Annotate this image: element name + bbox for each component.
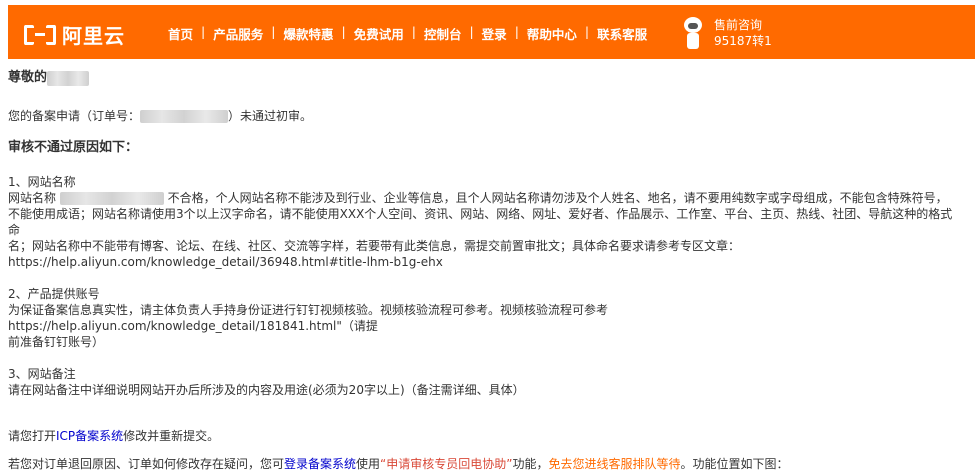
section-1-link[interactable]: https://help.aliyun.com/knowledge_detail…: [8, 254, 963, 270]
icp-system-link[interactable]: ICP备案系统: [56, 429, 123, 443]
login-system-link[interactable]: 登录备案系统: [284, 457, 356, 471]
callback-feature: “申请审核专员回电协助”: [380, 457, 513, 471]
nav-deals[interactable]: 爆款特惠: [275, 24, 341, 43]
reasons-title: 审核不通过原因如下：: [8, 140, 139, 155]
section-2-title: 2、产品提供账号: [8, 287, 100, 301]
notice-suffix: ）未通过初审。: [228, 109, 313, 123]
aliyun-logo-icon: [24, 24, 56, 45]
notice-prefix: 您的备案申请（订单号：: [8, 109, 141, 123]
section-3-text: 请在网站备注中详细说明网站开办后所涉及的内容及用途(必须为20字以上)（备注需详…: [8, 383, 525, 397]
section-1-title: 1、网站名称: [8, 175, 76, 189]
open-system-line: 请您打开ICP备案系统修改并重新提交。: [8, 428, 963, 444]
section-3-title: 3、网站备注: [8, 367, 76, 381]
section-2-text-b: 前准备钉钉账号）: [8, 335, 105, 349]
redacted-name: [47, 70, 90, 86]
greeting-text: 尊敬的: [8, 70, 48, 85]
skip-queue-text: 免去您进线客服排队等待: [548, 457, 681, 471]
email-body: 尊敬的 您的备案申请（订单号： ）未通过初审。 审核不通过原因如下： 1、网站名称…: [8, 70, 963, 472]
robot-avatar-icon: [680, 17, 706, 49]
presales-consult[interactable]: 售前咨询 95187转1: [680, 17, 772, 49]
nav-free-trial[interactable]: 免费试用: [346, 24, 412, 43]
section-1-text-a: 网站名称 不合格，个人网站名称不能涉及到行业、企业等信息，且个人网站名称请勿涉及…: [8, 190, 963, 206]
header-bar: 阿里云 首页 | 产品服务 | 爆款特惠 | 免费试用 | 控制台 | 登录 |…: [8, 5, 975, 59]
nav-login[interactable]: 登录: [474, 24, 515, 43]
section-1-text-c: 名；网站名称中不能带有博客、论坛、在线、社区、交流等字样，若要带有此类信息，需提…: [8, 239, 741, 253]
page: 阿里云 首页 | 产品服务 | 爆款特惠 | 免费试用 | 控制台 | 登录 |…: [0, 0, 975, 471]
consult-phone: 95187转1: [714, 34, 772, 48]
section-2-text-a: 为保证备案信息真实性，请主体负责人手持身份证进行钉钉视频核验。视频核验流程可参考…: [8, 303, 609, 333]
final-a: 若您对订单退回原因、订单如何修改存在疑问，您可: [8, 457, 285, 471]
nav-home[interactable]: 首页: [160, 24, 201, 43]
final-d: 。功能位置如下图：: [680, 457, 789, 471]
section-1-text-b: 不能使用成语；网站名称请使用3个以上汉字命名，请不能使用XXX个人空间、资讯、网…: [8, 207, 953, 237]
top-nav: 首页 | 产品服务 | 爆款特惠 | 免费试用 | 控制台 | 登录 | 帮助中…: [160, 24, 655, 43]
nav-products[interactable]: 产品服务: [205, 24, 271, 43]
redacted-site-name: [59, 192, 164, 205]
logo-text: 阿里云: [62, 24, 125, 48]
consult-title: 售前咨询: [714, 18, 763, 32]
section-1-text-a-body: 不合格，个人网站名称不能涉及到行业、企业等信息，且个人网站名称请勿涉及个人姓名、…: [167, 191, 948, 205]
final-line: 若您对订单退回原因、订单如何修改存在疑问，您可登录备案系统使用“申请审核专员回电…: [8, 456, 963, 472]
notice-line: 您的备案申请（订单号： ）未通过初审。: [8, 108, 963, 124]
nav-contact[interactable]: 联系客服: [589, 24, 655, 43]
greeting: 尊敬的: [8, 70, 963, 86]
aliyun-logo[interactable]: 阿里云: [24, 20, 125, 49]
open-suffix: 修改并重新提交。: [123, 429, 220, 443]
final-c: 功能，: [512, 457, 549, 471]
open-prefix: 请您打开: [8, 429, 57, 443]
nav-help[interactable]: 帮助中心: [519, 24, 585, 43]
nav-console[interactable]: 控制台: [416, 24, 470, 43]
redacted-order-number: [140, 110, 229, 123]
final-b: 使用: [356, 457, 381, 471]
site-name-label: 网站名称: [8, 191, 57, 205]
